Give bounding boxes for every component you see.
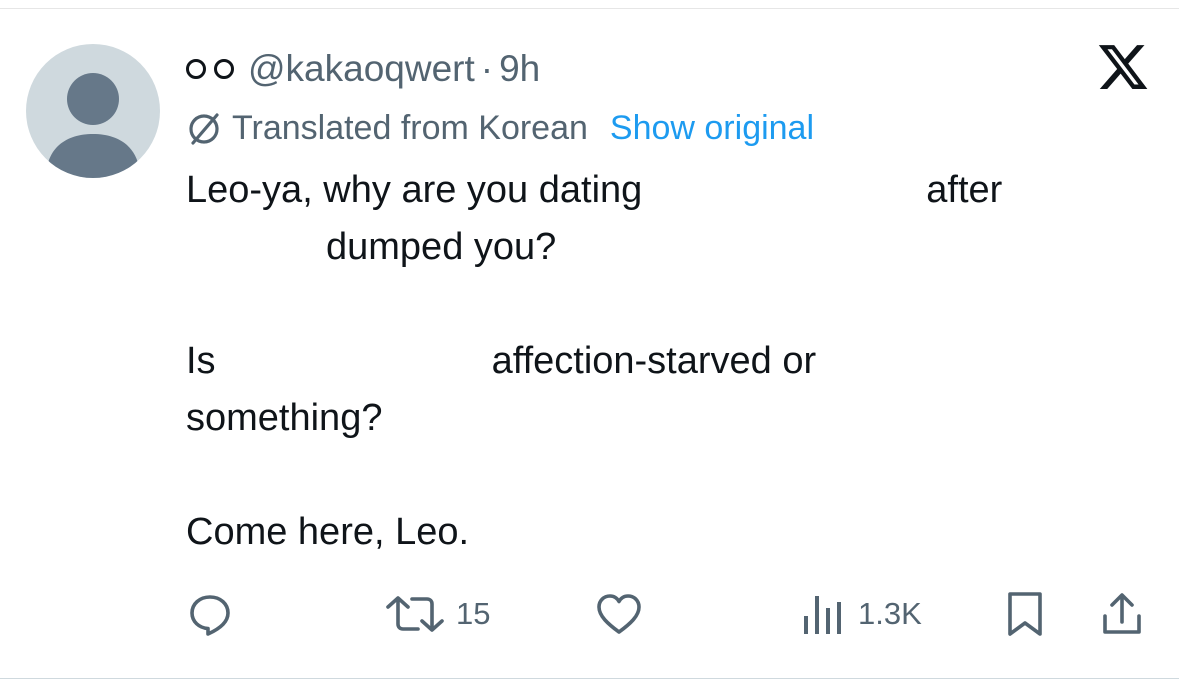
- redacted-name: [215, 333, 492, 390]
- views-button[interactable]: 1.3K: [800, 586, 922, 642]
- tweet-line-5: Come here, Leo.: [186, 511, 470, 553]
- avatar[interactable]: [26, 44, 160, 178]
- circle-glyph-1: [186, 59, 206, 79]
- top-divider: [0, 8, 1179, 9]
- views-icon: [804, 596, 841, 634]
- display-name[interactable]: [186, 59, 234, 79]
- redacted-name: [642, 162, 927, 219]
- retweet-icon: [386, 596, 444, 632]
- reply-button[interactable]: [186, 586, 244, 642]
- bookmark-button[interactable]: [1002, 586, 1048, 642]
- share-button[interactable]: [1098, 586, 1146, 642]
- tweet-text-line3-start: Is: [186, 340, 216, 382]
- tweet-line-1: Leo-ya, why are you dating after: [186, 162, 1126, 219]
- redacted-name: [186, 219, 326, 276]
- share-icon: [1103, 593, 1141, 634]
- globe-slash-icon: [184, 108, 224, 148]
- header-separator: ·: [480, 48, 494, 89]
- tweet-header: @kakaoqwert · 9h: [186, 44, 540, 94]
- user-handle[interactable]: @kakaoqwert: [248, 48, 475, 90]
- retweet-button[interactable]: 15: [384, 586, 490, 642]
- post-time[interactable]: 9h: [499, 48, 540, 90]
- show-original-link[interactable]: Show original: [610, 109, 814, 148]
- default-profile-icon: [46, 73, 140, 178]
- translation-bar: Translated from Korean Show original: [184, 104, 814, 152]
- tweet-line-3: Is affection-starved or: [186, 333, 1126, 390]
- tweet-line-4: something?: [186, 397, 383, 439]
- reply-icon: [190, 595, 230, 636]
- translated-label: Translated from Korean: [232, 108, 588, 147]
- tweet-text: Leo-ya, why are you dating after dumped …: [186, 162, 1126, 561]
- circle-glyph-2: [214, 59, 234, 79]
- heart-icon: [597, 594, 641, 634]
- retweet-count: 15: [456, 596, 491, 631]
- tweet-text-line1-end: after: [926, 169, 1003, 211]
- tweet-line-2: dumped you?: [186, 219, 1126, 276]
- views-count: 1.3K: [858, 596, 922, 631]
- like-button[interactable]: [594, 586, 654, 642]
- action-bar: 15 1.3K: [0, 586, 1179, 642]
- bookmark-icon: [1008, 592, 1042, 636]
- bottom-divider: [0, 678, 1179, 679]
- tweet-text-line3-end: affection-starved or: [491, 340, 817, 382]
- x-logo-icon[interactable]: [1096, 40, 1150, 94]
- tweet-text-line1: Leo-ya, why are you dating: [186, 169, 643, 211]
- tweet-text-line2: dumped you?: [326, 226, 557, 268]
